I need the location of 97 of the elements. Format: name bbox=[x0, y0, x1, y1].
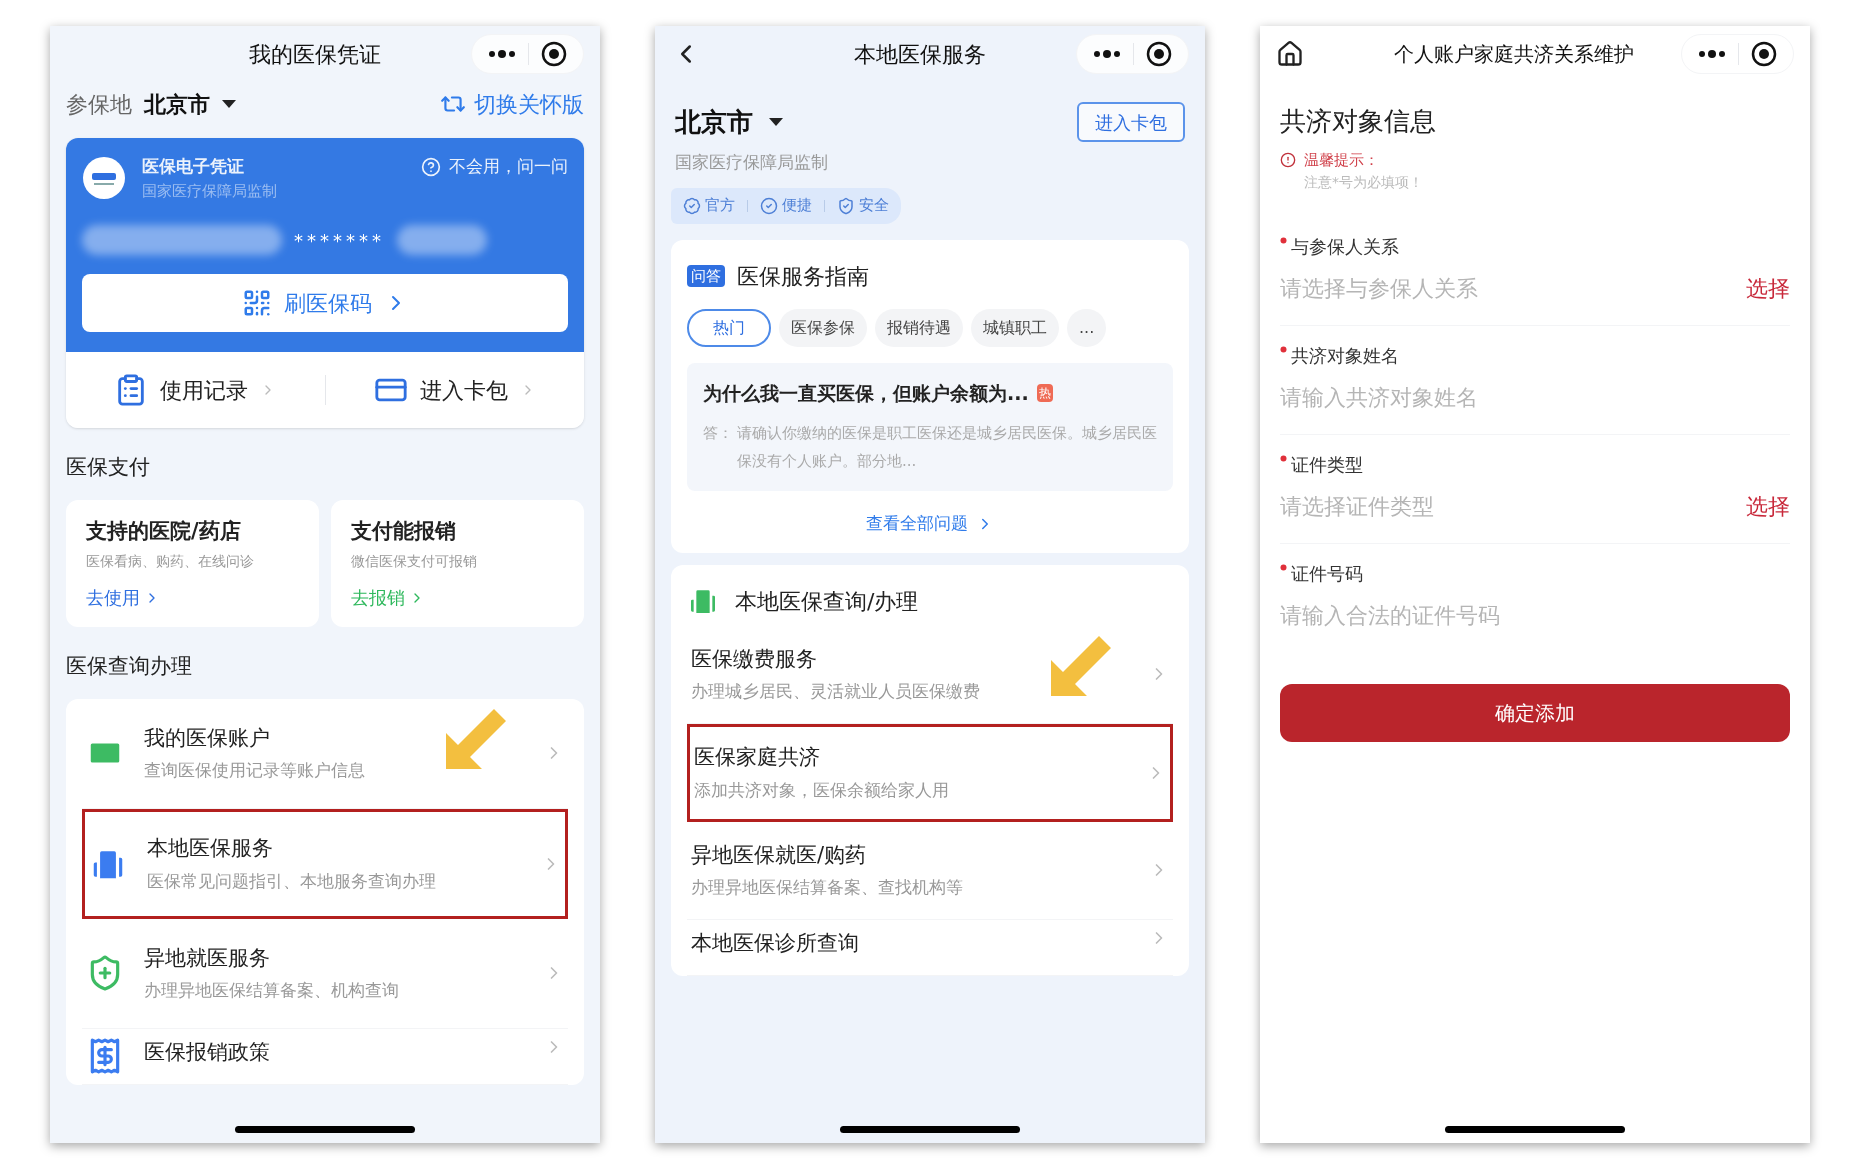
feature-label: 安全 bbox=[859, 195, 889, 217]
service-desc: 医保常见问题指引、本地服务查询办理 bbox=[147, 869, 437, 893]
quick-link[interactable]: 进入卡包 bbox=[325, 373, 584, 407]
check-circle-icon bbox=[760, 196, 778, 215]
submit-button[interactable]: 确定添加 bbox=[1280, 683, 1790, 742]
section-heading: 医保查询办理 bbox=[65, 653, 193, 680]
service-item[interactable]: 本地医保诊所查询 bbox=[687, 919, 1173, 976]
guide-tab[interactable]: ... bbox=[1067, 308, 1107, 347]
alert-icon bbox=[1280, 152, 1296, 169]
location-label: 参保地 bbox=[66, 90, 132, 119]
service-item[interactable]: 医保报销政策 bbox=[82, 1028, 568, 1085]
notice-text: 注意*号为必填项！ bbox=[1304, 172, 1424, 192]
home-icon bbox=[1276, 40, 1304, 68]
service-desc: 添加共济对象，医保余额给家人用 bbox=[694, 778, 950, 802]
feature-label: 便捷 bbox=[782, 195, 812, 217]
guide-tab[interactable]: 热门 bbox=[687, 308, 771, 347]
hot-tag: 热 bbox=[1036, 383, 1053, 402]
payment-card-title: 支付能报销 bbox=[351, 517, 457, 545]
question-panel[interactable]: 为什么我一直买医保，但账户余额为... 热 答： 请确认你缴纳的医保是职工医保还是城乡居民医保。城乡居民医保没有个人账户。部分地... bbox=[687, 362, 1173, 491]
guide-tab[interactable]: 城镇职工 bbox=[971, 308, 1059, 347]
payment-card-desc: 微信医保支付可报销 bbox=[351, 552, 478, 571]
field-label: 证件类型 bbox=[1291, 452, 1363, 477]
target-icon bbox=[1751, 41, 1777, 67]
question-title: 为什么我一直买医保，但账户余额为... bbox=[703, 380, 1029, 406]
service-title: 本地医保服务 bbox=[147, 835, 274, 862]
city-selector[interactable]: 北京市 bbox=[675, 102, 783, 142]
more-icon bbox=[1698, 50, 1726, 58]
input-field[interactable]: 请输入共济对象姓名 bbox=[1280, 380, 1790, 414]
service-item[interactable]: 本地医保服务 医保常见问题指引、本地服务查询办理 bbox=[82, 808, 568, 919]
quick-link[interactable]: 使用记录 bbox=[66, 373, 325, 407]
field-label: 与参保人关系 bbox=[1291, 234, 1399, 259]
target-icon bbox=[1146, 41, 1172, 67]
shield-check-icon bbox=[837, 196, 855, 215]
section-heading: 医保支付 bbox=[65, 454, 151, 481]
qa-tag: 问答 bbox=[687, 264, 725, 288]
more-icon bbox=[488, 50, 516, 58]
card-title: 医保电子凭证 bbox=[142, 155, 245, 178]
service-desc: 办理异地医保结算备案、查找机构等 bbox=[691, 876, 964, 899]
guide-tab[interactable]: 医保参保 bbox=[779, 308, 867, 347]
field-label: 证件号码 bbox=[1291, 561, 1363, 586]
help-link[interactable]: 不会用，问一问 bbox=[421, 154, 568, 180]
notice-title: 温馨提示： bbox=[1304, 150, 1379, 171]
switch-mode-link[interactable]: 切换关怀版 bbox=[440, 87, 584, 121]
logo-icon bbox=[82, 156, 126, 200]
feature-label: 官方 bbox=[705, 195, 735, 217]
capsule-menu[interactable] bbox=[471, 34, 584, 74]
caret-icon bbox=[222, 99, 236, 109]
service-title: 医保报销政策 bbox=[144, 1038, 271, 1066]
caret-icon bbox=[769, 117, 783, 127]
payment-card[interactable]: 支持的医院/药店 医保看病、购药、在线问诊 去使用 bbox=[66, 499, 319, 627]
answer-text: 请确认你缴纳的医保是职工医保还是城乡居民医保。城乡居民医保没有个人账户。部分地... bbox=[737, 423, 1157, 472]
card-subtitle: 国家医疗保障局监制 bbox=[142, 180, 277, 202]
service-title: 本地医保诊所查询 bbox=[691, 929, 860, 957]
service-item[interactable]: 医保缴费服务 办理城乡居民、灵活就业人员医保缴费 bbox=[687, 625, 1173, 724]
input-field[interactable]: 请输入合法的证件号码 bbox=[1280, 598, 1790, 632]
service-title: 医保家庭共济 bbox=[694, 744, 821, 771]
select-button[interactable]: 选择 bbox=[1746, 489, 1790, 523]
field-label: 共济对象姓名 bbox=[1291, 343, 1399, 368]
view-all-link[interactable]: 查看全部问题 bbox=[866, 511, 994, 537]
service-desc: 办理城乡居民、灵活就业人员医保缴费 bbox=[691, 680, 981, 703]
payment-card-title: 支持的医院/药店 bbox=[86, 517, 242, 545]
capsule-menu[interactable] bbox=[1681, 34, 1794, 74]
help-icon bbox=[421, 156, 441, 177]
page-title: 个人账户家庭共济关系维护 bbox=[1392, 41, 1635, 68]
wallet-button[interactable]: 进入卡包 bbox=[1077, 102, 1185, 142]
page-title: 我的医保凭证 bbox=[248, 40, 382, 69]
scan-code-button[interactable]: 刷医保码 bbox=[82, 274, 568, 332]
target-icon bbox=[541, 41, 567, 67]
select-button[interactable]: 选择 bbox=[1746, 271, 1790, 305]
service-desc: 查询医保使用记录等账户信息 bbox=[144, 759, 366, 782]
service-title: 异地医保就医/购药 bbox=[691, 841, 868, 869]
service-item[interactable]: 异地医保就医/购药 办理异地医保结算备案、查找机构等 bbox=[687, 821, 1173, 920]
capsule-menu[interactable] bbox=[1076, 34, 1189, 74]
payment-card[interactable]: 支付能报销 微信医保支付可报销 去报销 bbox=[331, 499, 584, 627]
guide-title: 医保服务指南 bbox=[737, 262, 869, 291]
qr-code-icon bbox=[242, 288, 272, 318]
service-item[interactable]: 我的医保账户 查询医保使用记录等账户信息 bbox=[82, 698, 568, 809]
service-title: 异地就医服务 bbox=[144, 944, 271, 972]
subtitle: 国家医疗保障局监制 bbox=[674, 151, 829, 174]
form-heading: 共济对象信息 bbox=[1280, 105, 1437, 138]
city-selector[interactable]: 北京市 bbox=[144, 87, 236, 121]
payment-card-desc: 医保看病、购药、在线问诊 bbox=[86, 552, 255, 571]
payment-card-action[interactable]: 去使用 bbox=[86, 584, 299, 611]
service-item[interactable]: 医保家庭共济 添加共济对象，医保余额给家人用 bbox=[687, 723, 1173, 822]
section-heading: 本地医保查询/办理 bbox=[735, 587, 919, 616]
masked-card-number: ******* bbox=[294, 228, 385, 253]
guide-tab[interactable]: 报销待遇 bbox=[875, 308, 963, 347]
more-icon bbox=[1093, 50, 1121, 58]
page-title: 本地医保服务 bbox=[853, 40, 987, 69]
badge-check-icon bbox=[683, 196, 701, 215]
answer-label: 答： bbox=[703, 423, 733, 444]
service-desc: 办理异地医保结算备案、机构查询 bbox=[144, 979, 400, 1002]
select-field[interactable]: 请选择与参保人关系 bbox=[1280, 271, 1746, 305]
service-title: 我的医保账户 bbox=[144, 724, 271, 752]
select-field[interactable]: 请选择证件类型 bbox=[1280, 489, 1746, 523]
service-item[interactable]: 异地就医服务 办理异地医保结算备案、机构查询 bbox=[82, 918, 568, 1029]
service-title: 医保缴费服务 bbox=[691, 645, 818, 673]
